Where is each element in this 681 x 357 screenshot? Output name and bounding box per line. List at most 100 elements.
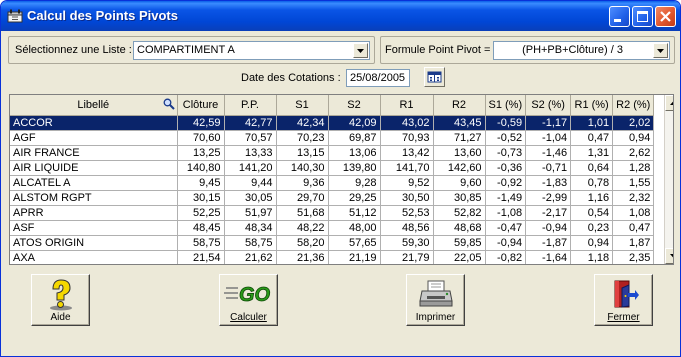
formule-select-value: (PH+PB+Clôture) / 3 (522, 44, 623, 56)
column-header[interactable]: Clôture (177, 95, 225, 116)
table-row[interactable]: AGF 70,60 70,57 70,23 69,87 70,93 71,27 -0,52 -1… (10, 130, 655, 146)
liste-select[interactable]: COMPARTIMENT A (133, 41, 370, 60)
go-text: GO (239, 284, 271, 306)
cell-value: 69,87 (328, 130, 381, 146)
cell-value: -0,94 (525, 220, 572, 236)
table-row[interactable]: ATOS ORIGIN 58,75 58,75 58,20 57,65 59,30 59,8… (10, 235, 655, 251)
cell-value: 13,25 (177, 145, 225, 161)
cell-value: 51,68 (276, 205, 329, 221)
cell-value: -0,71 (525, 160, 572, 176)
cell-value: 48,45 (177, 220, 225, 236)
cell-libelle: ATOS ORIGIN (10, 235, 178, 251)
cell-value: 0,64 (570, 160, 614, 176)
cell-value: 48,34 (224, 220, 277, 236)
table-row[interactable]: ALSTOM RGPT 30,15 30,05 29,70 29,25 30,50 30,8… (10, 190, 655, 206)
cell-value: 58,20 (276, 235, 329, 251)
column-header[interactable]: R1 (%) (570, 95, 614, 116)
cell-value: 43,02 (380, 115, 434, 131)
column-header[interactable]: S2 (328, 95, 381, 116)
scroll-up-button[interactable] (665, 95, 673, 111)
liste-label: Sélectionnez une Liste : (15, 44, 132, 56)
cell-value: 48,22 (276, 220, 329, 236)
cell-value: 13,60 (433, 145, 486, 161)
column-header[interactable]: R2 (%) (612, 95, 655, 116)
chevron-up-icon (670, 101, 673, 105)
cell-libelle: ALSTOM RGPT (10, 190, 178, 206)
cell-libelle: ASF (10, 220, 178, 236)
cell-value: 21,79 (380, 250, 434, 264)
cell-value: 43,45 (433, 115, 486, 131)
column-header[interactable]: S1 (276, 95, 329, 116)
formule-select[interactable]: (PH+PB+Clôture) / 3 (493, 41, 670, 60)
search-icon[interactable] (163, 98, 175, 113)
column-header[interactable]: R2 (433, 95, 486, 116)
cell-value: 59,30 (380, 235, 434, 251)
cell-value: -1,46 (525, 145, 572, 161)
cell-value: 0,54 (570, 205, 614, 221)
imprimer-label: Imprimer (415, 312, 456, 323)
cell-value: 58,75 (224, 235, 277, 251)
scroll-down-button[interactable] (665, 248, 673, 264)
table-row[interactable]: AXA 21,54 21,62 21,36 21,19 21,79 22,05 -0,82 -1… (10, 250, 655, 264)
calendar-button[interactable] (424, 67, 445, 87)
cell-value: 0,47 (612, 220, 655, 236)
go-icon: GO (223, 284, 271, 306)
table-row[interactable]: AIR LIQUIDE 140,80 141,20 140,30 139,80 141,7… (10, 160, 655, 176)
formule-dropdown-button[interactable] (653, 43, 668, 58)
cell-value: 2,35 (612, 250, 655, 264)
fermer-button[interactable]: Fermer (594, 274, 653, 326)
cell-value: 9,36 (276, 175, 329, 191)
close-window-button[interactable] (655, 6, 676, 27)
column-header-libelle[interactable]: Libellé (10, 95, 178, 116)
calculer-button[interactable]: GO Calculer (219, 274, 278, 326)
cell-value: -0,52 (485, 130, 527, 146)
cell-value: 42,34 (276, 115, 329, 131)
cell-value: 2,32 (612, 190, 655, 206)
help-question-icon (49, 279, 72, 311)
cell-value: -2,17 (525, 205, 572, 221)
cell-libelle: AIR FRANCE (10, 145, 178, 161)
title-bar[interactable]: Calcul des Points Pivots (1, 1, 680, 31)
cell-libelle: ALCATEL A (10, 175, 178, 191)
cell-value: 51,12 (328, 205, 381, 221)
cell-value: 21,36 (276, 250, 329, 264)
aide-button[interactable]: Aide (31, 274, 90, 326)
minimize-button[interactable] (609, 6, 630, 27)
cell-value: 29,70 (276, 190, 329, 206)
imprimer-button[interactable]: Imprimer (406, 274, 465, 326)
cell-value: 1,01 (570, 115, 614, 131)
cell-value: 30,05 (224, 190, 277, 206)
cell-value: 70,60 (177, 130, 225, 146)
table-row[interactable]: AIR FRANCE 13,25 13,33 13,15 13,06 13,42 13,60… (10, 145, 655, 161)
table-row[interactable]: ASF 48,45 48,34 48,22 48,00 48,56 48,68 -0,47 -0… (10, 220, 655, 236)
date-field[interactable]: 25/08/2005 (346, 69, 410, 87)
cell-value: 21,19 (328, 250, 381, 264)
cell-value: 52,25 (177, 205, 225, 221)
cell-libelle: AXA (10, 250, 178, 264)
table-row[interactable]: APRR 52,25 51,97 51,68 51,12 52,53 52,82 -1,08-… (10, 205, 655, 221)
column-header[interactable]: P.P. (224, 95, 277, 116)
cell-value: -1,87 (525, 235, 572, 251)
liste-dropdown-button[interactable] (353, 43, 368, 58)
maximize-button[interactable] (632, 6, 653, 27)
cell-value: 0,47 (570, 130, 614, 146)
cell-value: 21,62 (224, 250, 277, 264)
cell-value: -0,94 (485, 235, 527, 251)
cell-value: 9,44 (224, 175, 277, 191)
close-icon (660, 11, 671, 22)
cell-value: 22,05 (433, 250, 486, 264)
cell-value: -0,92 (485, 175, 527, 191)
maximize-icon (637, 11, 648, 22)
chevron-down-icon (670, 254, 673, 258)
column-header[interactable]: R1 (380, 95, 434, 116)
table-row[interactable]: ACCOR 42,59 42,77 42,34 42,09 43,02 43,45 -0,59… (10, 115, 655, 131)
cell-value: 1,28 (612, 160, 655, 176)
column-header[interactable]: S1 (%) (485, 95, 527, 116)
column-header[interactable]: S2 (%) (525, 95, 572, 116)
cell-libelle: ACCOR (10, 115, 178, 131)
fermer-label: Fermer (607, 312, 640, 323)
vertical-scrollbar[interactable] (664, 95, 673, 264)
cell-value: 9,52 (380, 175, 434, 191)
date-value: 25/08/2005 (350, 72, 406, 84)
table-row[interactable]: ALCATEL A 9,45 9,44 9,36 9,28 9,52 9,60 -0,92 -1… (10, 175, 655, 191)
